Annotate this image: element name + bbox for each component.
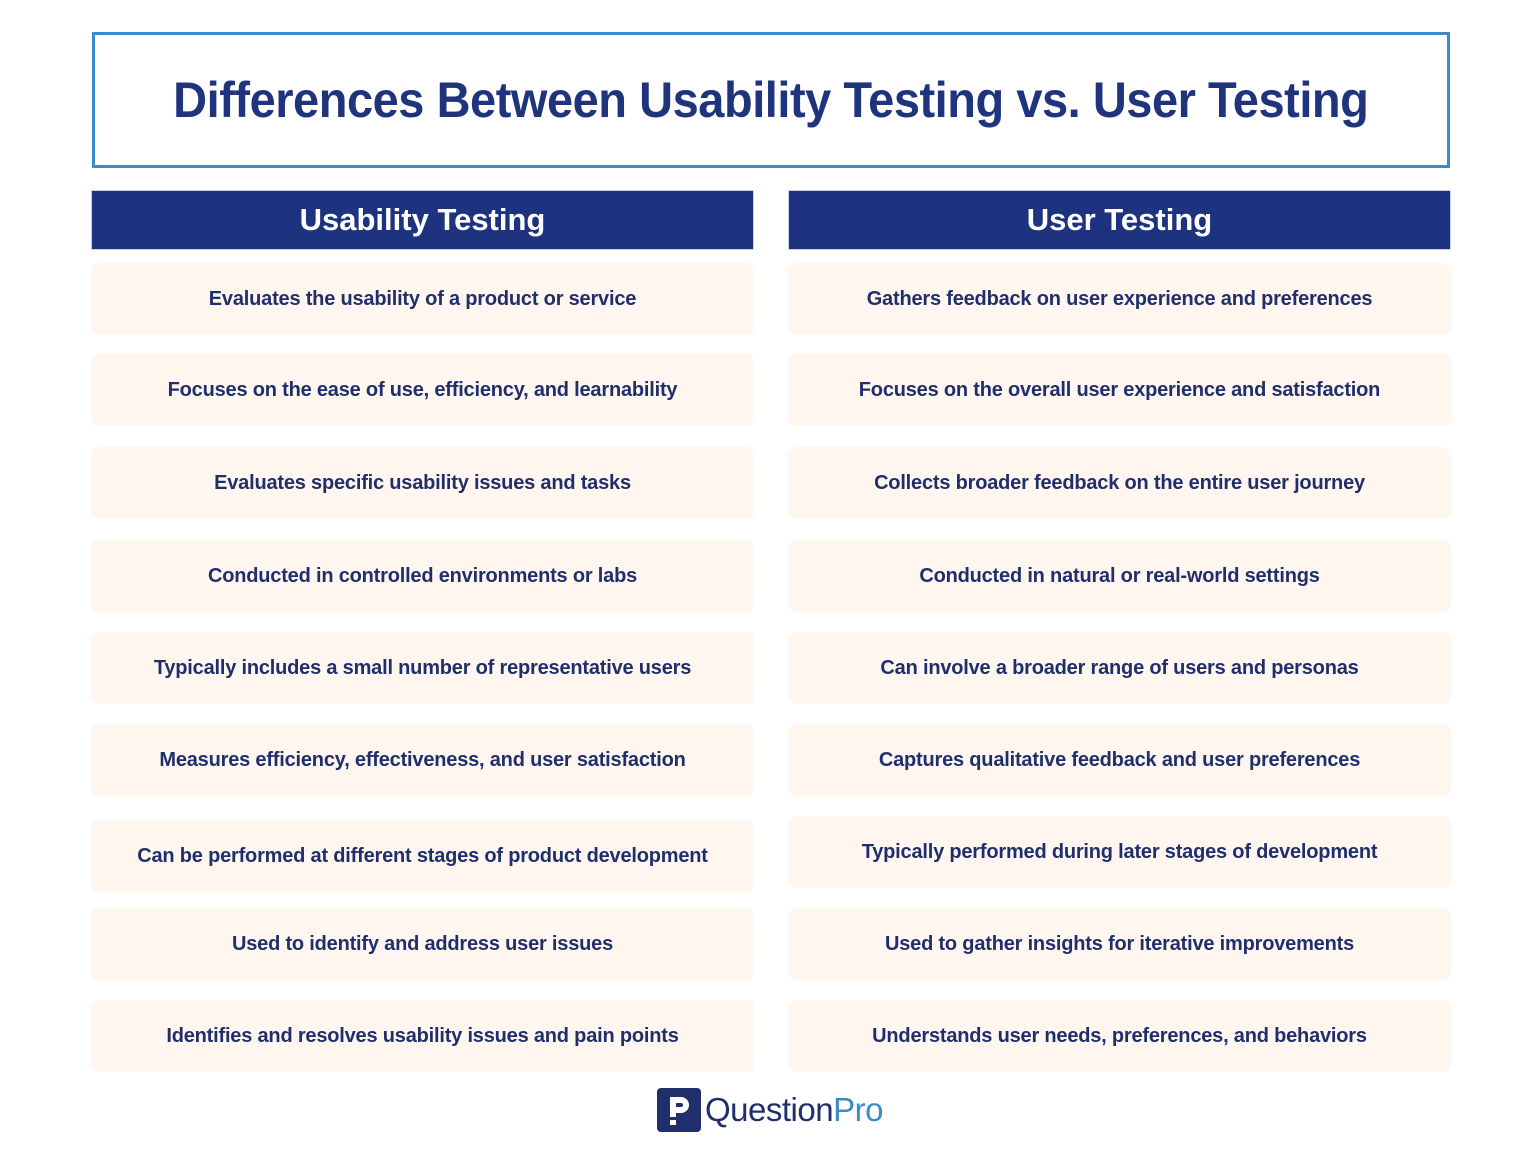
comparison-cell: Evaluates specific usability issues and … xyxy=(91,447,754,519)
comparison-cell: Conducted in natural or real-world setti… xyxy=(788,540,1451,612)
comparison-cell: Collects broader feedback on the entire … xyxy=(788,447,1451,519)
page-title: Differences Between Usability Testing vs… xyxy=(173,72,1369,128)
column-header-usability-testing: Usability Testing xyxy=(91,190,754,250)
comparison-cell: Identifies and resolves usability issues… xyxy=(91,1000,754,1072)
comparison-cell: Conducted in controlled environments or … xyxy=(91,540,754,612)
comparison-cell: Gathers feedback on user experience and … xyxy=(788,263,1451,335)
comparison-cell: Typically performed during later stages … xyxy=(788,816,1451,888)
user-testing-column: User Testing Gathers feedback on user ex… xyxy=(788,190,1451,1072)
comparison-cell: Can be performed at different stages of … xyxy=(91,820,754,892)
comparison-cell: Focuses on the ease of use, efficiency, … xyxy=(91,354,754,426)
questionpro-logo: QuestionPro xyxy=(657,1088,883,1132)
questionpro-p-icon xyxy=(657,1088,701,1132)
logo-text-pro: Pro xyxy=(833,1091,883,1128)
logo-text-question: Question xyxy=(705,1091,834,1128)
column-header-user-testing: User Testing xyxy=(788,190,1451,250)
comparison-cell: Used to gather insights for iterative im… xyxy=(788,908,1451,980)
comparison-cell: Typically includes a small number of rep… xyxy=(91,632,754,704)
title-box: Differences Between Usability Testing vs… xyxy=(92,32,1450,168)
comparison-cell: Understands user needs, preferences, and… xyxy=(788,1000,1451,1072)
comparison-cell: Used to identify and address user issues xyxy=(91,908,754,980)
logo-wordmark: QuestionPro xyxy=(705,1091,883,1129)
comparison-cell: Focuses on the overall user experience a… xyxy=(788,354,1451,426)
comparison-cell: Measures efficiency, effectiveness, and … xyxy=(91,724,754,796)
comparison-cell: Evaluates the usability of a product or … xyxy=(91,263,754,335)
comparison-cell: Captures qualitative feedback and user p… xyxy=(788,724,1451,796)
usability-testing-column: Usability Testing Evaluates the usabilit… xyxy=(91,190,754,1072)
comparison-cell: Can involve a broader range of users and… xyxy=(788,632,1451,704)
